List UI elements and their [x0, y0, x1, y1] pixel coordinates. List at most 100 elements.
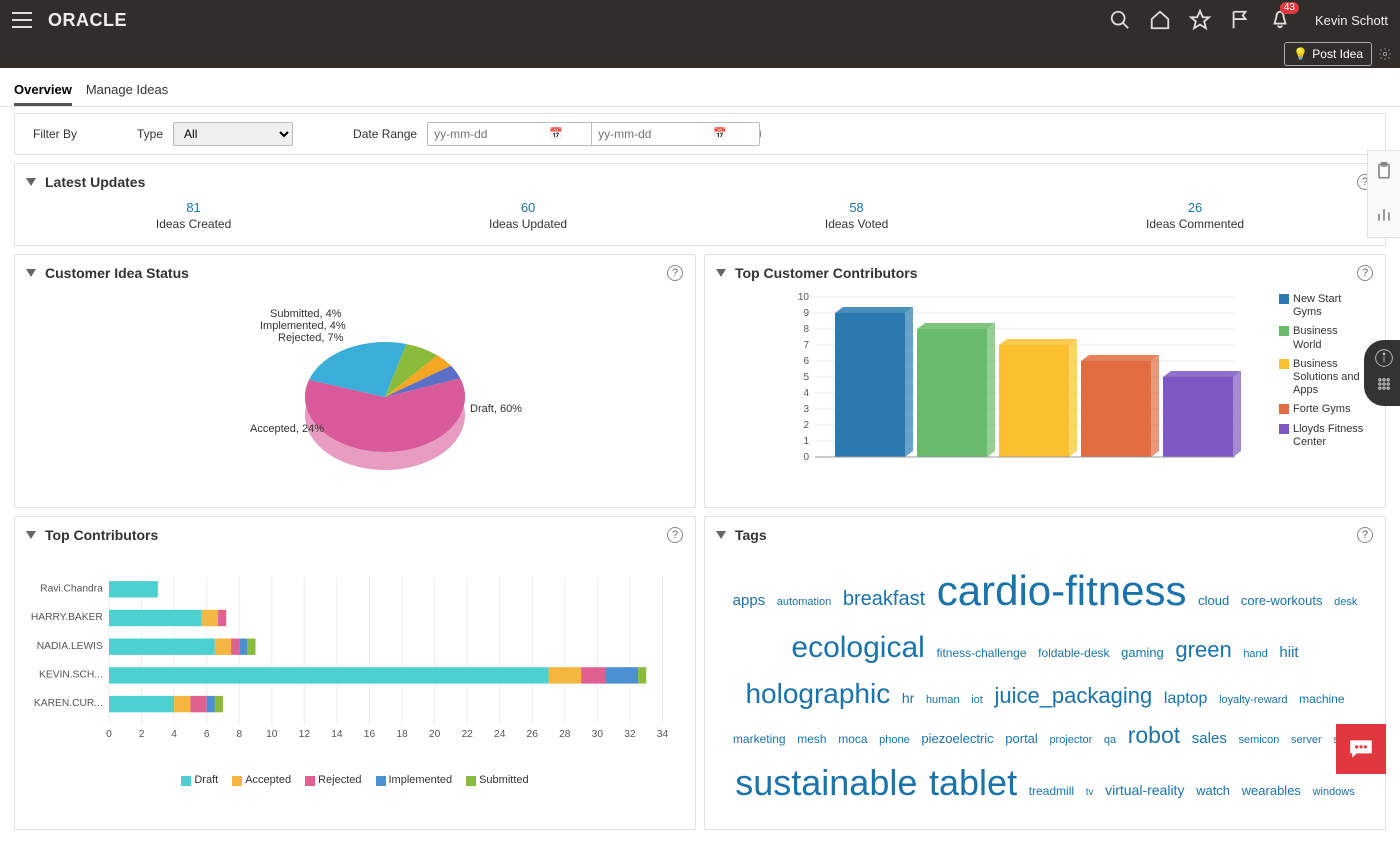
flag-icon[interactable] [1229, 9, 1251, 31]
update-item[interactable]: 58Ideas Voted [825, 200, 888, 231]
update-item[interactable]: 81Ideas Created [156, 200, 231, 231]
help-icon[interactable]: ? [667, 265, 683, 281]
tag-projector[interactable]: projector [1049, 734, 1092, 746]
date-from-input[interactable] [427, 122, 596, 146]
legend-item: Draft [181, 774, 218, 786]
hamburger-icon[interactable] [12, 12, 32, 28]
tag-moca[interactable]: moca [838, 732, 867, 746]
keypad-icon [1374, 374, 1394, 394]
svg-text:Ravi.Chandra: Ravi.Chandra [40, 583, 103, 594]
tab-overview[interactable]: Overview [14, 76, 72, 106]
svg-text:6: 6 [204, 729, 210, 740]
svg-text:22: 22 [461, 729, 473, 740]
top-contributors-title: Top Contributors [27, 527, 158, 543]
tag-breakfast[interactable]: breakfast [843, 588, 925, 610]
tag-foldable-desk[interactable]: foldable-desk [1038, 646, 1109, 660]
tag-treadmill[interactable]: treadmill [1029, 784, 1074, 798]
bell-icon-wrap[interactable]: 43 [1269, 8, 1291, 33]
svg-text:NADIA.LEWIS: NADIA.LEWIS [37, 641, 103, 652]
tag-hr[interactable]: hr [902, 690, 914, 706]
star-icon[interactable] [1189, 9, 1211, 31]
tag-phone[interactable]: phone [879, 734, 910, 746]
search-icon[interactable] [1109, 9, 1131, 31]
tag-human[interactable]: human [926, 694, 960, 706]
legend-item: Implemented [376, 774, 453, 786]
tag-tablet[interactable]: tablet [929, 762, 1017, 803]
filter-by-label: Filter By [33, 127, 77, 141]
tags-panel: Tags ? apps automation breakfast cardio-… [704, 516, 1386, 830]
tag-iot[interactable]: iot [971, 694, 983, 706]
tag-ecological[interactable]: ecological [791, 631, 924, 664]
tag-gaming[interactable]: gaming [1121, 645, 1164, 660]
info-float[interactable] [1364, 340, 1400, 406]
date-range-label: Date Range [353, 127, 417, 141]
svg-text:KAREN.CUR...: KAREN.CUR... [34, 698, 103, 709]
tag-automation[interactable]: automation [777, 596, 831, 608]
chat-button[interactable] [1336, 724, 1386, 774]
tag-green[interactable]: green [1175, 637, 1231, 662]
tag-robot[interactable]: robot [1128, 722, 1180, 748]
svg-text:8: 8 [236, 729, 242, 740]
tag-desk[interactable]: desk [1334, 596, 1357, 608]
date-to-input[interactable] [591, 122, 760, 146]
tag-watch[interactable]: watch [1196, 783, 1230, 798]
latest-updates-panel: Latest Updates ? 81Ideas Created60Ideas … [14, 163, 1386, 246]
tag-machine[interactable]: machine [1299, 692, 1344, 706]
update-item[interactable]: 60Ideas Updated [489, 200, 567, 231]
tag-apps[interactable]: apps [733, 592, 766, 609]
tag-holographic[interactable]: holographic [745, 678, 890, 709]
tag-mesh[interactable]: mesh [797, 732, 826, 746]
update-value: 26 [1146, 200, 1244, 215]
notification-badge: 43 [1280, 2, 1299, 14]
svg-text:3: 3 [803, 404, 809, 415]
user-name[interactable]: Kevin Schott [1315, 13, 1388, 28]
legend-item: Rejected [305, 774, 361, 786]
tag-portal[interactable]: portal [1005, 731, 1038, 746]
type-label: Type [137, 127, 163, 141]
panels: Latest Updates ? 81Ideas Created60Ideas … [0, 163, 1400, 852]
tag-piezoelectric[interactable]: piezoelectric [921, 731, 993, 746]
update-item[interactable]: 26Ideas Commented [1146, 200, 1244, 231]
legend-item: Lloyds Fitness Center [1279, 423, 1369, 449]
tag-qa[interactable]: qa [1104, 734, 1116, 746]
help-icon[interactable]: ? [1357, 527, 1373, 543]
help-icon[interactable]: ? [667, 527, 683, 543]
tag-laptop[interactable]: laptop [1164, 690, 1208, 707]
tag-virtual-reality[interactable]: virtual-reality [1105, 782, 1184, 798]
type-select[interactable]: All [173, 122, 293, 146]
top-icons: 43 Kevin Schott [1109, 8, 1388, 33]
lightbulb-icon: 💡 [1293, 47, 1308, 61]
tag-server[interactable]: server [1291, 734, 1322, 746]
help-icon[interactable]: ? [1357, 265, 1373, 281]
tag-sustainable[interactable]: sustainable [735, 762, 917, 803]
tag-core-workouts[interactable]: core-workouts [1241, 593, 1323, 608]
tags-title: Tags [717, 527, 767, 543]
tag-wearables[interactable]: wearables [1242, 783, 1301, 798]
post-idea-button[interactable]: 💡 Post Idea [1284, 42, 1372, 66]
tag-tv[interactable]: tv [1086, 787, 1094, 798]
analytics-icon[interactable] [1368, 194, 1400, 237]
home-icon[interactable] [1149, 9, 1171, 31]
tag-semicon[interactable]: semicon [1238, 734, 1279, 746]
update-label: Ideas Voted [825, 217, 888, 231]
sub-bar: 💡 Post Idea [0, 40, 1400, 68]
legend-item: Accepted [232, 774, 291, 786]
tag-cardio-fitness[interactable]: cardio-fitness [937, 567, 1187, 614]
tag-hand[interactable]: hand [1243, 648, 1267, 660]
svg-text:4: 4 [171, 729, 177, 740]
svg-text:0: 0 [803, 452, 809, 463]
tag-loyalty-reward[interactable]: loyalty-reward [1219, 694, 1287, 706]
clipboard-icon[interactable] [1368, 151, 1400, 194]
svg-text:Implemented, 4%: Implemented, 4% [260, 320, 346, 332]
gear-icon[interactable] [1378, 47, 1392, 61]
info-icon [1374, 348, 1394, 368]
tag-juice_packaging[interactable]: juice_packaging [994, 683, 1152, 708]
tag-marketing[interactable]: marketing [733, 732, 786, 746]
tab-manage-ideas[interactable]: Manage Ideas [86, 76, 168, 106]
svg-text:10: 10 [798, 292, 810, 303]
tag-hiit[interactable]: hiit [1279, 644, 1298, 661]
tag-sales[interactable]: sales [1192, 730, 1227, 747]
tag-fitness-challenge[interactable]: fitness-challenge [936, 646, 1026, 660]
tag-cloud[interactable]: cloud [1198, 593, 1229, 608]
top-contributors-panel: Top Contributors ? Ravi.ChandraHARRY.BAK… [14, 516, 696, 830]
